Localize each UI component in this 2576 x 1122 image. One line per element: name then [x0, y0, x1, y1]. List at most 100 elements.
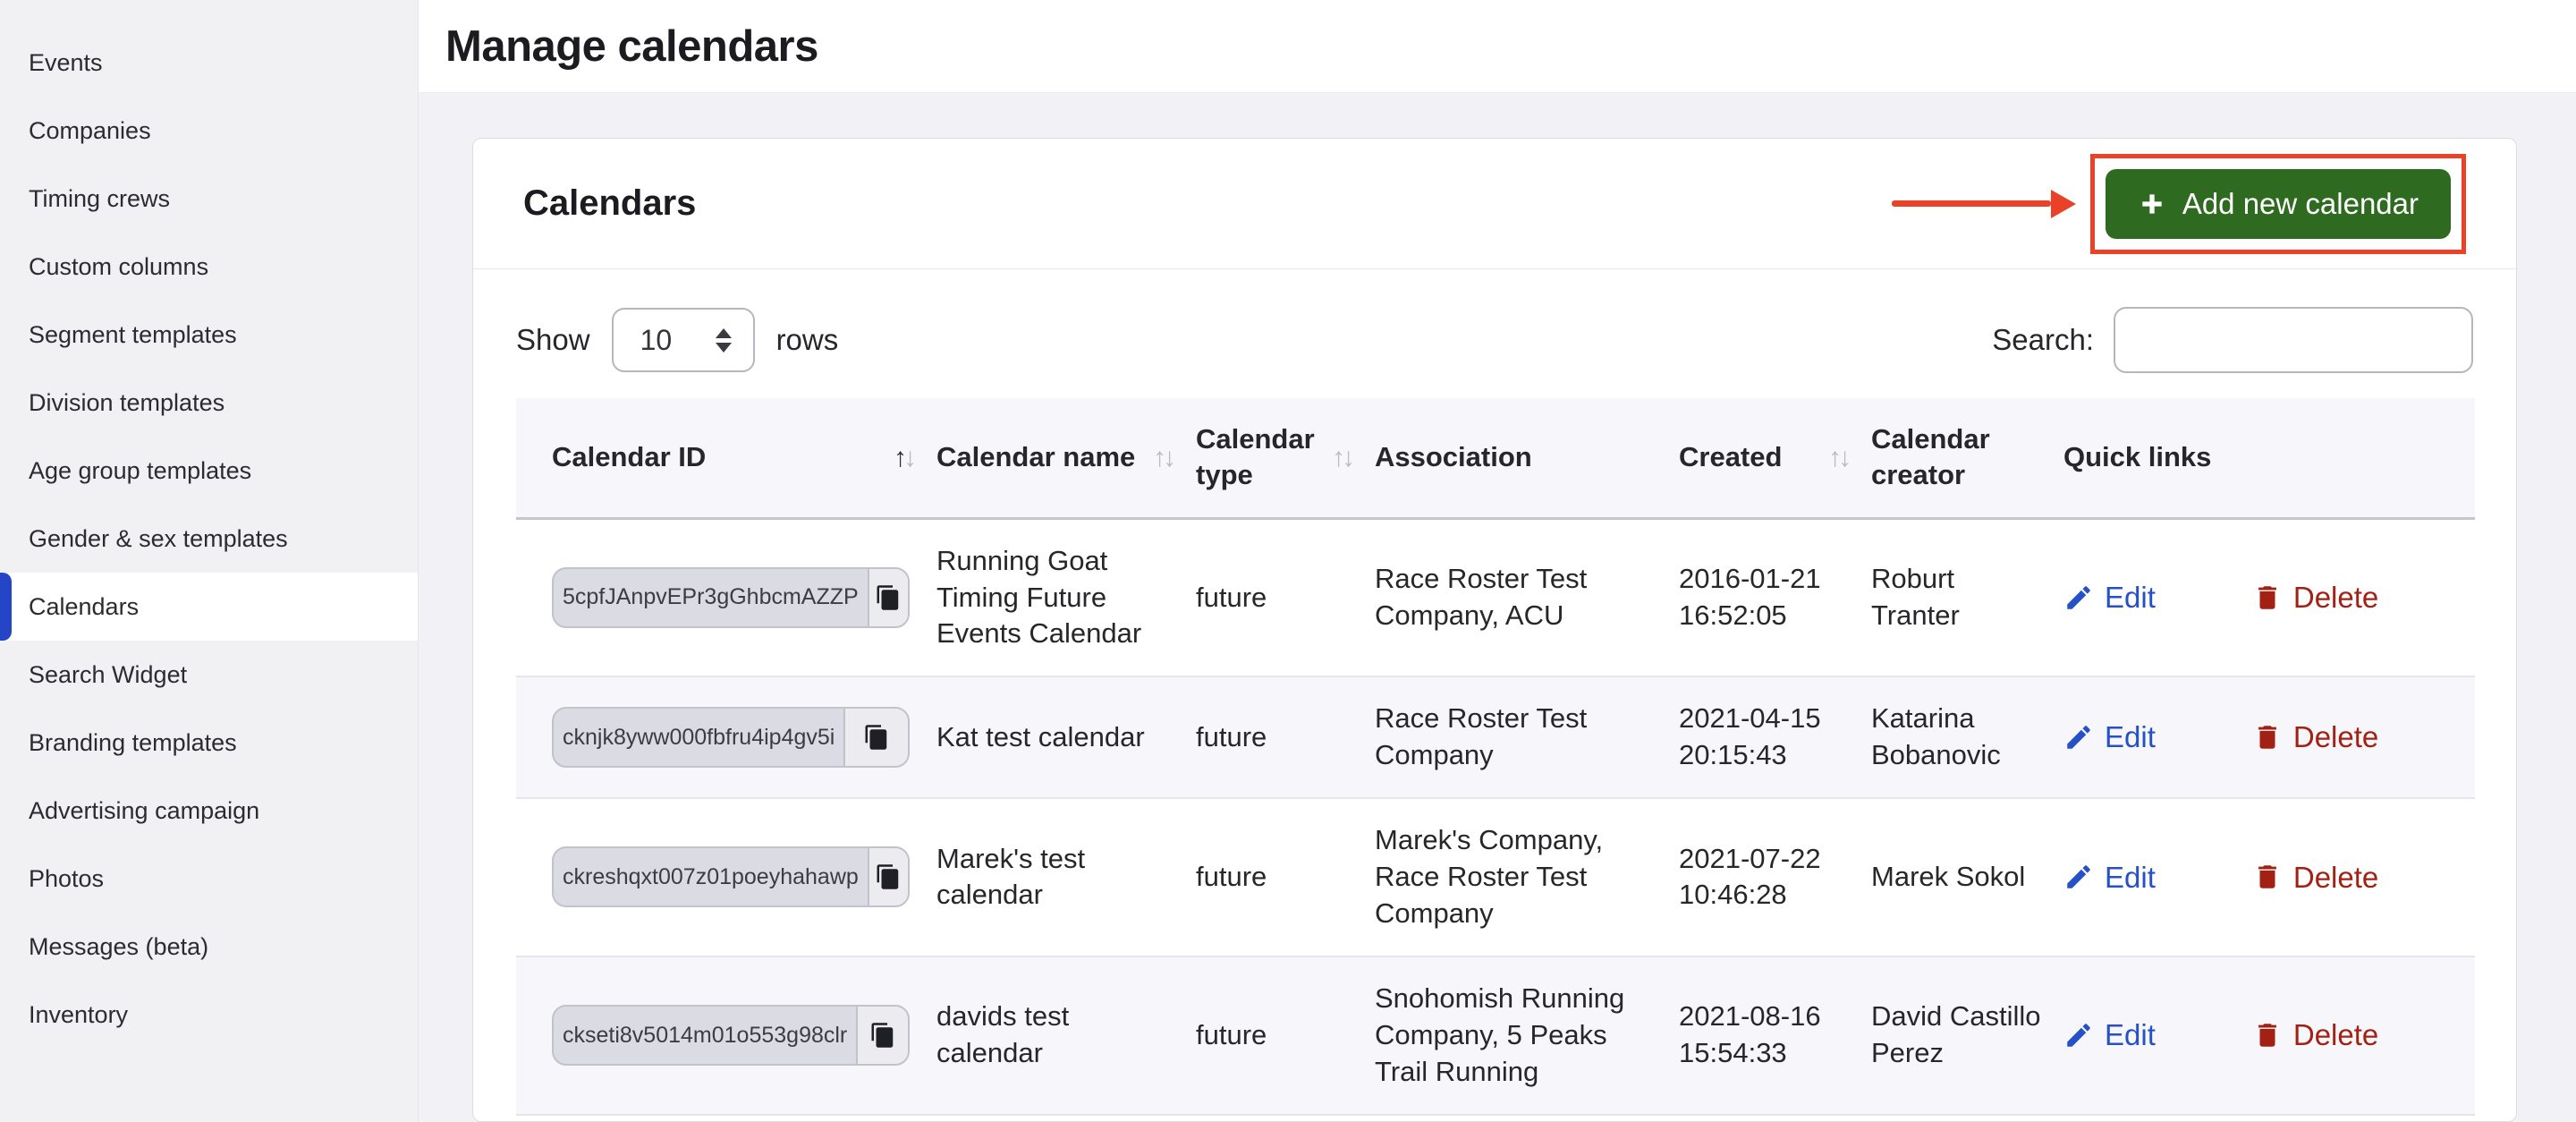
column-header-quick-links: Quick links [2063, 398, 2475, 518]
creator-cell: Marek Sokol [1871, 798, 2063, 956]
sidebar-item-messages-beta[interactable]: Messages (beta) [0, 913, 418, 981]
sidebar-item-calendars[interactable]: Calendars [0, 573, 418, 641]
pencil-icon [2063, 582, 2094, 613]
creator-cell: Katarina Bobanovic [1871, 676, 2063, 798]
sidebar-item-gender-sex-templates[interactable]: Gender & sex templates [0, 505, 418, 573]
sidebar-item-division-templates[interactable]: Division templates [0, 369, 418, 437]
calendar-id-pill: ckseti8v5014m01o553g98clr [552, 1005, 910, 1066]
trash-icon [2252, 862, 2283, 892]
delete-label: Delete [2293, 578, 2378, 617]
delete-link[interactable]: Delete [2252, 858, 2378, 897]
search-label: Search: [1992, 323, 2094, 357]
annotation-box: Add new calendar [2090, 154, 2466, 254]
sort-desc-icon: ↓ [903, 443, 913, 472]
edit-label: Edit [2105, 1016, 2156, 1055]
calendar-name-cell: Running Goat Timing Future Events Calend… [936, 518, 1196, 676]
column-header-created[interactable]: Created ↑↓ [1679, 398, 1871, 518]
sort-desc-icon: ↓ [1838, 443, 1848, 472]
copy-button[interactable] [868, 569, 908, 626]
copy-button[interactable] [868, 848, 908, 905]
calendar-id-pill: 5cpfJAnpvEPr3gGhbcmAZZP [552, 567, 910, 628]
main-area: Manage calendars Calendars Add ne [419, 0, 2576, 1122]
sidebar-item-inventory[interactable]: Inventory [0, 981, 418, 1049]
column-label: Calendar creator [1871, 423, 1990, 490]
sidebar-item-label: Advertising campaign [29, 797, 259, 825]
card-header: Calendars Add new calendar [473, 139, 2516, 269]
delete-link[interactable]: Delete [2252, 1016, 2378, 1055]
created-date: 2021-08-16 [1679, 999, 1853, 1035]
calendar-id-value: cknjk8yww000fbfru4ip4gv5i [554, 709, 843, 766]
sort-desc-icon: ↓ [1342, 443, 1352, 472]
annotation-arrow-head [2051, 190, 2076, 218]
copy-button[interactable] [843, 709, 908, 766]
calendars-card: Calendars Add new calendar [472, 138, 2517, 1122]
active-indicator-bar [0, 573, 12, 641]
column-header-calendar-id[interactable]: Calendar ID ↑↓ [516, 398, 936, 518]
sidebar-item-companies[interactable]: Companies [0, 97, 418, 165]
created-time: 20:15:43 [1679, 737, 1853, 774]
calendar-id-pill: ckreshqxt007z01poeyhahawp [552, 846, 910, 907]
add-calendar-annotated: Add new calendar [2090, 154, 2466, 254]
delete-link[interactable]: Delete [2252, 578, 2378, 617]
edit-label: Edit [2105, 718, 2156, 757]
created-cell: 2021-08-16 15:54:33 [1679, 956, 1871, 1115]
content-area: Calendars Add new calendar [419, 93, 2576, 1122]
sort-asc-icon: ↑ [1332, 443, 1342, 472]
sidebar-item-age-group-templates[interactable]: Age group templates [0, 437, 418, 505]
sidebar-item-search-widget[interactable]: Search Widget [0, 641, 418, 709]
trash-icon [2252, 722, 2283, 752]
search-input[interactable] [2114, 307, 2473, 373]
card-title: Calendars [523, 183, 696, 224]
sidebar-item-label: Calendars [29, 593, 139, 621]
copy-icon [869, 1022, 896, 1049]
sidebar-item-label: Companies [29, 117, 151, 145]
sidebar-item-label: Inventory [29, 1001, 128, 1029]
calendar-id-value: ckreshqxt007z01poeyhahawp [554, 848, 868, 905]
table-header-row: Calendar ID ↑↓ Calendar name ↑↓ Calendar… [516, 398, 2475, 518]
association-cell: Marek's Company, Race Roster Test Compan… [1375, 798, 1679, 956]
plus-icon [2138, 190, 2166, 218]
created-date: 2021-04-15 [1679, 701, 1853, 737]
calendar-id-value: ckseti8v5014m01o553g98clr [554, 1007, 856, 1064]
page-size-select[interactable]: 10 [612, 308, 755, 372]
column-label: Calendar name [936, 439, 1135, 475]
created-cell: 2021-07-22 10:46:28 [1679, 798, 1871, 956]
quick-links-cell: Edit Delete [2063, 858, 2457, 897]
trash-icon [2252, 582, 2283, 613]
sort-icons: ↑↓ [894, 440, 919, 475]
column-label: Quick links [2063, 441, 2211, 472]
sidebar-item-label: Division templates [29, 389, 225, 417]
copy-icon [863, 724, 890, 751]
edit-link[interactable]: Edit [2063, 718, 2156, 757]
copy-button[interactable] [856, 1007, 908, 1064]
edit-link[interactable]: Edit [2063, 858, 2156, 897]
edit-label: Edit [2105, 578, 2156, 617]
sidebar-item-branding-templates[interactable]: Branding templates [0, 709, 418, 777]
creator-cell: Roburt Tranter [1871, 518, 2063, 676]
calendar-name-cell: Marek's test calendar [936, 798, 1196, 956]
annotation-arrow [1892, 190, 2076, 218]
column-label: Calendar ID [552, 439, 706, 475]
delete-link[interactable]: Delete [2252, 718, 2378, 757]
edit-link[interactable]: Edit [2063, 1016, 2156, 1055]
sidebar-item-label: Search Widget [29, 661, 187, 689]
calendar-type-cell: future [1196, 956, 1375, 1115]
column-header-calendar-name[interactable]: Calendar name ↑↓ [936, 398, 1196, 518]
column-header-calendar-type[interactable]: Calendar type ↑↓ [1196, 398, 1375, 518]
sidebar-item-timing-crews[interactable]: Timing crews [0, 165, 418, 233]
calendars-table: Calendar ID ↑↓ Calendar name ↑↓ Calendar… [516, 398, 2475, 1116]
sidebar-item-advertising-campaign[interactable]: Advertising campaign [0, 777, 418, 845]
sort-icons: ↑↓ [1332, 440, 1357, 475]
sidebar-item-custom-columns[interactable]: Custom columns [0, 233, 418, 301]
table-row: 5cpfJAnpvEPr3gGhbcmAZZP Running Goat Tim… [516, 518, 2475, 676]
sidebar-item-label: Gender & sex templates [29, 525, 288, 553]
annotation-arrow-shaft [1892, 200, 2051, 207]
sidebar-item-photos[interactable]: Photos [0, 845, 418, 913]
pencil-icon [2063, 862, 2094, 892]
add-new-calendar-button[interactable]: Add new calendar [2106, 169, 2451, 239]
edit-link[interactable]: Edit [2063, 578, 2156, 617]
table-row: ckreshqxt007z01poeyhahawp Marek's test c… [516, 798, 2475, 956]
sidebar-item-events[interactable]: Events [0, 29, 418, 97]
sidebar-item-segment-templates[interactable]: Segment templates [0, 301, 418, 369]
created-time: 16:52:05 [1679, 598, 1853, 634]
